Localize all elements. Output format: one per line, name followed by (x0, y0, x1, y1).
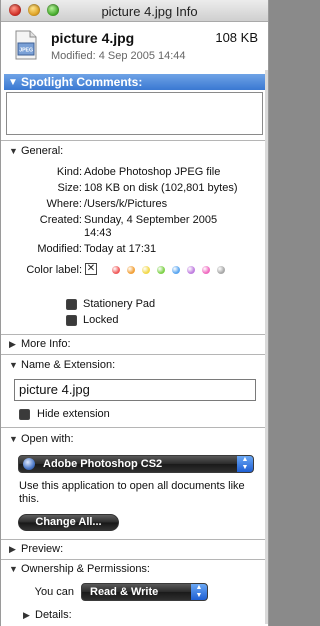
section-ownership-label: Ownership & Permissions: (21, 563, 150, 575)
info-window: picture 4.jpg Info JPEG picture 4.jpg 10… (0, 0, 269, 626)
stationery-pad-label: Stationery Pad (83, 298, 156, 310)
file-modified: Modified: 4 Sep 2005 14:44 (51, 50, 186, 62)
locked-label: Locked (83, 314, 119, 326)
divider (1, 539, 268, 540)
title-bar[interactable]: picture 4.jpg Info (1, 0, 268, 22)
section-more-info[interactable]: ▶ More Info: (9, 338, 71, 350)
section-ownership[interactable]: ▼ Ownership & Permissions: (9, 563, 150, 575)
file-name: picture 4.jpg (51, 30, 135, 46)
hide-extension-label: Hide extension (37, 408, 110, 420)
file-header: JPEG picture 4.jpg 108 KB Modified: 4 Se… (1, 22, 268, 68)
you-can-label: You can (34, 586, 74, 598)
color-label-label: Color label: (26, 264, 82, 276)
section-more-info-label: More Info: (21, 338, 71, 350)
section-preview[interactable]: ▶ Preview: (9, 543, 63, 555)
photoshop-app-icon (23, 458, 35, 470)
created-label: Created: (39, 214, 82, 226)
color-label-dot[interactable] (217, 266, 225, 274)
disclosure-open-icon[interactable]: ▼ (9, 564, 21, 574)
disclosure-open-icon[interactable]: ▼ (9, 146, 21, 156)
permissions-value: Read & Write (90, 586, 159, 598)
section-name-extension[interactable]: ▼ Name & Extension: (9, 359, 115, 371)
divider (1, 559, 268, 560)
modified-value: Today at 17:31 (84, 243, 157, 255)
section-general-label: General: (21, 145, 64, 157)
disclosure-open-icon[interactable]: ▼ (8, 77, 18, 88)
section-details-label: Details: (35, 609, 72, 621)
disclosure-closed-icon[interactable]: ▶ (9, 339, 21, 350)
kind-value: Adobe Photoshop JPEG file (84, 166, 221, 178)
section-name-extension-label: Name & Extension: (21, 359, 116, 371)
section-details[interactable]: ▶ Details: (23, 609, 72, 621)
spotlight-comments-header[interactable]: ▼ Spotlight Comments: (4, 74, 265, 90)
svg-text:JPEG: JPEG (19, 48, 33, 54)
stationery-pad-checkbox[interactable] (66, 299, 77, 310)
disclosure-closed-icon[interactable]: ▶ (23, 610, 35, 621)
modified-label: Modified: (37, 243, 82, 255)
hide-extension-checkbox[interactable] (19, 409, 30, 420)
open-with-description: Use this application to open all documen… (19, 480, 245, 505)
permissions-popup[interactable]: Read & Write ▲ ▼ (81, 583, 208, 601)
popup-arrows-icon: ▲ ▼ (237, 456, 253, 472)
divider (1, 427, 268, 428)
section-general[interactable]: ▼ General: (9, 145, 63, 157)
color-label-none[interactable]: ✕ (85, 263, 97, 275)
disclosure-open-icon[interactable]: ▼ (9, 360, 21, 370)
color-label-dot[interactable] (157, 266, 165, 274)
spotlight-comments-field[interactable] (6, 92, 263, 135)
popup-arrows-icon: ▲ ▼ (191, 584, 207, 600)
section-preview-label: Preview: (21, 543, 64, 555)
created-value: Sunday, 4 September 2005 (84, 214, 218, 226)
spotlight-comments-label: Spotlight Comments: (21, 75, 143, 89)
window-title: picture 4.jpg Info (101, 4, 198, 19)
disclosure-closed-icon[interactable]: ▶ (9, 544, 21, 555)
section-open-with[interactable]: ▼ Open with: (9, 433, 74, 445)
file-size: 108 KB (215, 30, 258, 45)
divider (1, 354, 268, 355)
open-with-popup[interactable]: Adobe Photoshop CS2 ▲ ▼ (18, 455, 254, 473)
color-label-dot[interactable] (187, 266, 195, 274)
divider (1, 334, 268, 335)
kind-label: Kind: (56, 166, 82, 178)
divider (1, 140, 268, 141)
where-label: Where: (46, 198, 82, 210)
jpeg-file-icon: JPEG (15, 30, 37, 60)
color-label-dot[interactable] (112, 266, 120, 274)
change-all-button[interactable]: Change All... (18, 514, 119, 531)
scrollbar[interactable] (265, 70, 268, 624)
created-time-value: 14:43 (84, 227, 112, 239)
color-label-dot[interactable] (202, 266, 210, 274)
disclosure-open-icon[interactable]: ▼ (9, 434, 21, 444)
open-with-app-name: Adobe Photoshop CS2 (43, 458, 163, 470)
color-label-dot[interactable] (142, 266, 150, 274)
size-label: Size: (57, 182, 82, 194)
size-value: 108 KB on disk (102,801 bytes) (84, 182, 238, 194)
color-label-dot[interactable] (172, 266, 180, 274)
color-label-dot[interactable] (127, 266, 135, 274)
where-value: /Users/k/Pictures (84, 198, 168, 210)
locked-checkbox[interactable] (66, 315, 77, 326)
name-field[interactable]: picture 4.jpg (14, 379, 256, 401)
section-open-with-label: Open with: (21, 433, 74, 445)
